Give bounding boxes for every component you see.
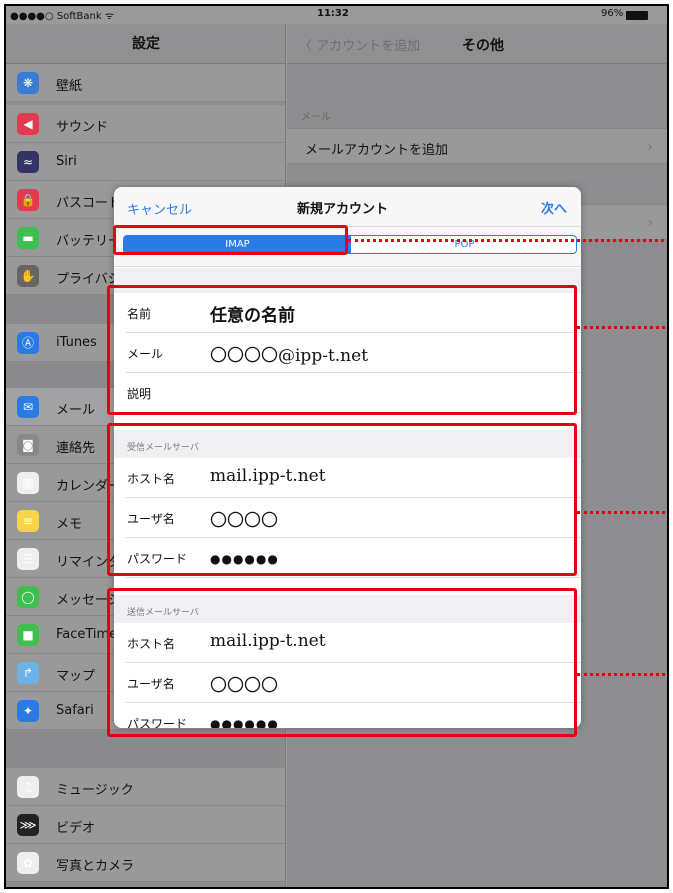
annotation-box-account — [107, 285, 577, 415]
detail-header: 〈 アカウントを追加 その他 — [287, 24, 667, 64]
mail-icon: ✉ — [17, 396, 39, 418]
sidebar-item-label: Safari — [56, 703, 94, 718]
sidebar-item-label: メール — [56, 403, 96, 418]
sound-icon: ◀ — [17, 113, 39, 135]
cancel-button[interactable]: キャンセル — [127, 199, 192, 218]
sidebar-item-label: 壁紙 — [56, 79, 83, 94]
videos-icon: ⋙ — [17, 814, 39, 836]
annotation-box-outgoing — [107, 588, 577, 737]
screenshot-frame: ●●●●○ SoftBank ᯤ 11:32 96% 設定 ❋ 壁紙 ◀ サウンド ≈ S… — [4, 4, 669, 889]
messages-icon: ◯ — [17, 586, 39, 608]
siri-icon: ≈ — [17, 151, 39, 173]
section-header-mail: メール — [301, 112, 331, 123]
music-icon: ♫ — [17, 776, 39, 798]
reminders-icon: ☰ — [17, 548, 39, 570]
chevron-right-icon: › — [647, 215, 653, 231]
sidebar-item[interactable]: ✿ 写真とカメラ — [6, 844, 285, 882]
annotation-line-outgoing — [577, 673, 667, 676]
facetime-icon: ■ — [17, 624, 39, 646]
sidebar-item-label: メモ — [56, 517, 83, 532]
sidebar-item-label: バッテリー — [56, 234, 122, 249]
wallpaper-icon: ❋ — [17, 72, 39, 94]
sidebar-item-label: 写真とカメラ — [56, 859, 135, 874]
detail-title: その他 — [462, 38, 504, 54]
next-button[interactable]: 次へ — [541, 198, 567, 217]
chevron-right-icon: › — [647, 139, 653, 155]
carrier-label: ●●●●○ SoftBank ᯤ — [10, 11, 114, 22]
sidebar-item[interactable]: ◀ サウンド — [6, 105, 285, 143]
contacts-icon: ◙ — [17, 434, 39, 456]
annotation-line-incoming — [577, 511, 667, 514]
sidebar-title: 設定 — [6, 24, 285, 64]
sidebar-item[interactable]: ≈ Siri — [6, 143, 285, 181]
sidebar-item-label: 連絡先 — [56, 441, 96, 456]
safari-icon: ✦ — [17, 700, 39, 722]
add-mail-account-row[interactable]: メールアカウントを追加 › — [287, 128, 667, 164]
add-mail-account-label: メールアカウントを追加 — [305, 143, 449, 158]
status-bar: ●●●●○ SoftBank ᯤ 11:32 96% — [6, 6, 667, 24]
privacy-icon: ✋ — [17, 265, 39, 287]
sidebar-item[interactable]: ⋙ ビデオ — [6, 806, 285, 844]
sidebar-item-label: Siri — [56, 154, 77, 169]
appstore-icon: Ⓐ — [17, 332, 39, 354]
battery-icon: ▬ — [17, 227, 39, 249]
sidebar-item-label: ビデオ — [56, 821, 96, 836]
modal-title: 新規アカウント — [297, 202, 389, 217]
sidebar-item-label: パスコード — [56, 196, 122, 211]
sidebar-item-label: マップ — [56, 669, 96, 684]
annotation-box-imap — [113, 225, 348, 255]
sidebar-item-label: サウンド — [56, 120, 109, 135]
back-button[interactable]: 〈 アカウントを追加 — [299, 35, 420, 54]
annotation-box-incoming — [107, 423, 577, 576]
calendar-icon: ▦ — [17, 472, 39, 494]
annotation-line-imap — [348, 239, 667, 242]
notes-icon: ≡ — [17, 510, 39, 532]
clock: 11:32 — [317, 8, 349, 19]
battery-icon — [626, 11, 648, 20]
battery-percent: 96% — [601, 8, 624, 19]
passcode-icon: 🔒 — [17, 189, 39, 211]
sidebar-item[interactable]: ♫ ミュージック — [6, 768, 285, 806]
annotation-line-account — [577, 326, 667, 329]
sidebar-item[interactable]: ❋ 壁紙 — [6, 64, 285, 102]
maps-icon: ↱ — [17, 662, 39, 684]
modal-nav-bar: キャンセル 新規アカウント 次へ — [114, 187, 581, 227]
photos-icon: ✿ — [17, 852, 39, 874]
sidebar-item-label: ミュージック — [56, 783, 134, 798]
sidebar-item-label: iTunes — [56, 335, 97, 350]
